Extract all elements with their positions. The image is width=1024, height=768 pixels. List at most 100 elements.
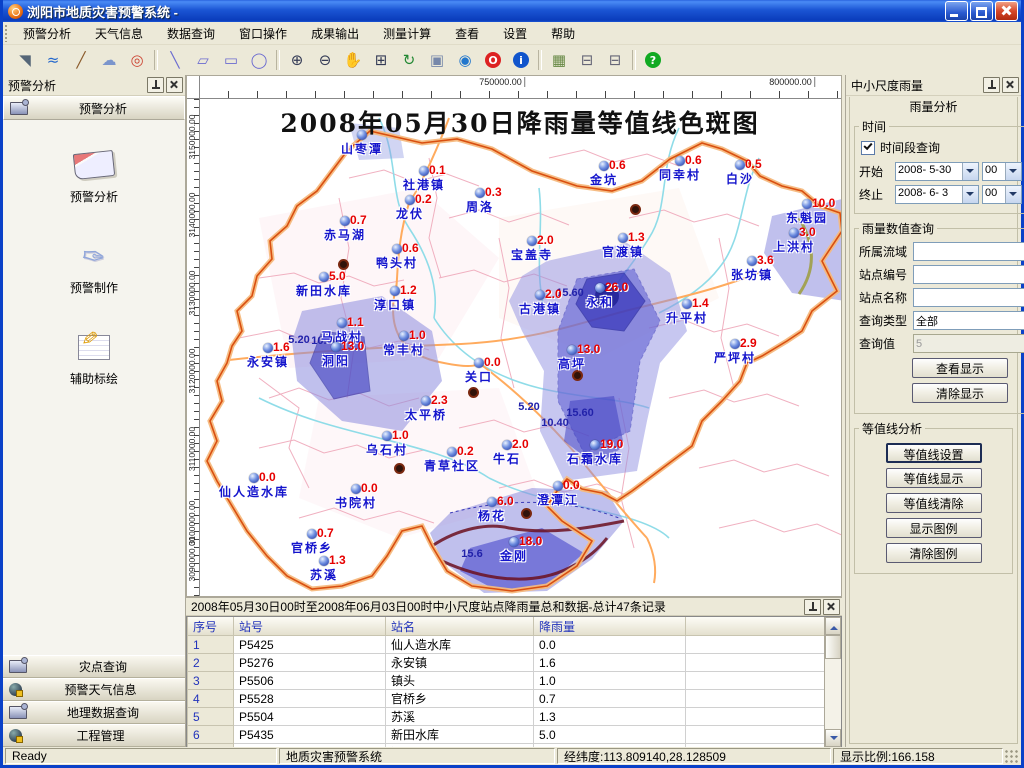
cloud-icon[interactable]: ☁ (96, 48, 122, 72)
refresh-icon[interactable]: ↻ (396, 48, 422, 72)
close-button[interactable] (995, 1, 1018, 21)
station-name-label: 严坪村 (714, 349, 756, 366)
col-rainfall[interactable]: 降雨量 (534, 617, 686, 636)
menu-item[interactable]: 成果输出 (299, 22, 371, 44)
table-row[interactable]: 3 P5506 镇头 1.0 (188, 672, 825, 690)
restore-button[interactable] (970, 1, 993, 21)
start-date-select[interactable]: 2008- 5-30 (895, 162, 979, 181)
chevron-down-icon[interactable] (962, 163, 978, 180)
chevron-down-icon[interactable] (962, 186, 978, 203)
legend-clear-button[interactable]: 清除图例 (886, 543, 982, 563)
minimize-button[interactable] (945, 1, 968, 21)
aux-plot-item[interactable]: 辅助标绘 (3, 330, 185, 387)
globe-icon[interactable]: ◉ (452, 48, 478, 72)
help-icon[interactable]: ? (640, 48, 666, 72)
globe-icon (9, 729, 22, 742)
station-marker-icon (337, 318, 347, 328)
end-date-select[interactable]: 2008- 6- 3 (895, 185, 979, 204)
image-export-icon[interactable]: ▦ (546, 48, 572, 72)
satellite-dish-icon[interactable]: ◥ (12, 48, 38, 72)
pin-icon[interactable] (804, 599, 821, 615)
menu-item[interactable]: 查看 (443, 22, 491, 44)
menu-item[interactable]: 天气信息 (83, 22, 155, 44)
scroll-thumb[interactable] (825, 635, 841, 659)
end-hour-select[interactable]: 00 (982, 185, 1022, 204)
warning-weather-bar[interactable]: 预警天气信息 (3, 678, 185, 701)
menu-item[interactable]: 预警分析 (11, 22, 83, 44)
contour-value-label: 5.20 (288, 334, 309, 346)
time-range-checkbox[interactable] (861, 141, 875, 155)
table-row[interactable]: 2 P5276 永安镇 1.6 (188, 654, 825, 672)
warning-produce-item[interactable]: ✑ 预警制作 (3, 239, 185, 296)
contour-clear-button[interactable]: 等值线清除 (886, 493, 982, 513)
station-marker-icon (399, 331, 409, 341)
pan-hand-icon[interactable]: ✋ (340, 48, 366, 72)
table-row[interactable]: 4 P5528 官桥乡 0.7 (188, 690, 825, 708)
scroll-up-icon[interactable] (825, 617, 841, 635)
close-icon[interactable] (1002, 77, 1019, 93)
geo-data-query-bar[interactable]: 地理数据查询 (3, 701, 185, 724)
table-title: 2008年05月30日00时至2008年06月03日00时中小尺度站点降雨量总和… (191, 598, 802, 615)
start-hour-select[interactable]: 00 (982, 162, 1022, 181)
target-icon[interactable]: ◎ (124, 48, 150, 72)
scroll-down-icon[interactable] (825, 729, 841, 747)
col-seq[interactable]: 序号 (188, 617, 234, 636)
menu-item[interactable]: 设置 (491, 22, 539, 44)
pin-icon[interactable] (147, 77, 164, 93)
col-station-name[interactable]: 站名 (386, 617, 534, 636)
warning-analysis-item[interactable]: 预警分析 (3, 148, 185, 205)
disaster-point-query-bar[interactable]: 灾点查询 (3, 655, 185, 678)
chevron-down-icon[interactable] (1005, 186, 1021, 203)
contour-settings-button[interactable]: 等值线设置 (886, 443, 982, 463)
clear-display-button[interactable]: 清除显示 (912, 383, 1008, 403)
contour-show-button[interactable]: 等值线显示 (886, 468, 982, 488)
chevron-down-icon[interactable] (1005, 163, 1021, 180)
table-row[interactable]: 1 P5425 仙人造水库 0.0 (188, 636, 825, 654)
query-value-input[interactable] (913, 334, 1024, 353)
station-rainfall-value: 1.6 (273, 340, 290, 354)
map-canvas[interactable]: 2008年05月30日降雨量等值线色斑图 5.2010.0015.605.201… (199, 98, 841, 596)
station-name-label: 金坑 (590, 171, 618, 188)
table-scrollbar[interactable] (824, 617, 841, 747)
col-station-id[interactable]: 站号 (234, 617, 386, 636)
menu-item[interactable]: 数据查询 (155, 22, 227, 44)
station-rainfall-value: 1.3 (329, 553, 346, 567)
legend-show-button[interactable]: 显示图例 (886, 518, 982, 538)
stop-icon[interactable]: O (480, 48, 506, 72)
print-icon[interactable]: ⊟ (574, 48, 600, 72)
copy-page-icon[interactable]: ▣ (424, 48, 450, 72)
polygon-tool-icon[interactable]: ▱ (190, 48, 216, 72)
right-panel-titlebar: 中小尺度雨量 (846, 75, 1021, 96)
contour-analysis-group: 等值线分析 等值线设置等值线显示等值线清除显示图例清除图例 (854, 420, 1013, 574)
table-row[interactable]: 5 P5504 苏溪 1.3 (188, 708, 825, 726)
info-icon[interactable]: i (508, 48, 534, 72)
water-station-icon[interactable]: ≈ (40, 48, 66, 72)
zoom-in-icon[interactable]: ⊕ (284, 48, 310, 72)
close-icon[interactable] (823, 599, 840, 615)
station-name-input[interactable] (913, 288, 1024, 307)
zoom-out-icon[interactable]: ⊖ (312, 48, 338, 72)
pick-tool-icon[interactable]: ╱ (68, 48, 94, 72)
line-tool-icon[interactable]: ╲ (162, 48, 188, 72)
pin-icon[interactable] (983, 77, 1000, 93)
station-rainfall-value: 0.6 (402, 241, 419, 255)
ellipse-tool-icon[interactable]: ◯ (246, 48, 272, 72)
basin-select[interactable] (913, 242, 1024, 261)
resize-grip-icon[interactable] (1005, 748, 1019, 764)
station-id-input[interactable] (913, 265, 1024, 284)
menu-item[interactable]: 帮助 (539, 22, 587, 44)
menu-grip[interactable] (4, 24, 9, 42)
close-icon[interactable] (166, 77, 183, 93)
menu-item[interactable]: 测量计算 (371, 22, 443, 44)
table-row[interactable]: 6 P5435 新田水库 5.0 (188, 726, 825, 744)
station-name-label: 澄潭江 (537, 491, 579, 508)
show-display-button[interactable]: 查看显示 (912, 358, 1008, 378)
station-name-label: 永和 (586, 293, 614, 310)
rectangle-tool-icon[interactable]: ▭ (218, 48, 244, 72)
left-panel-header[interactable]: 预警分析 (3, 96, 185, 120)
query-type-select[interactable]: 全部 (913, 311, 1024, 330)
menu-item[interactable]: 窗口操作 (227, 22, 299, 44)
print-setup-icon[interactable]: ⊟ (602, 48, 628, 72)
project-manage-bar[interactable]: 工程管理 (3, 724, 185, 747)
zoom-window-icon[interactable]: ⊞ (368, 48, 394, 72)
